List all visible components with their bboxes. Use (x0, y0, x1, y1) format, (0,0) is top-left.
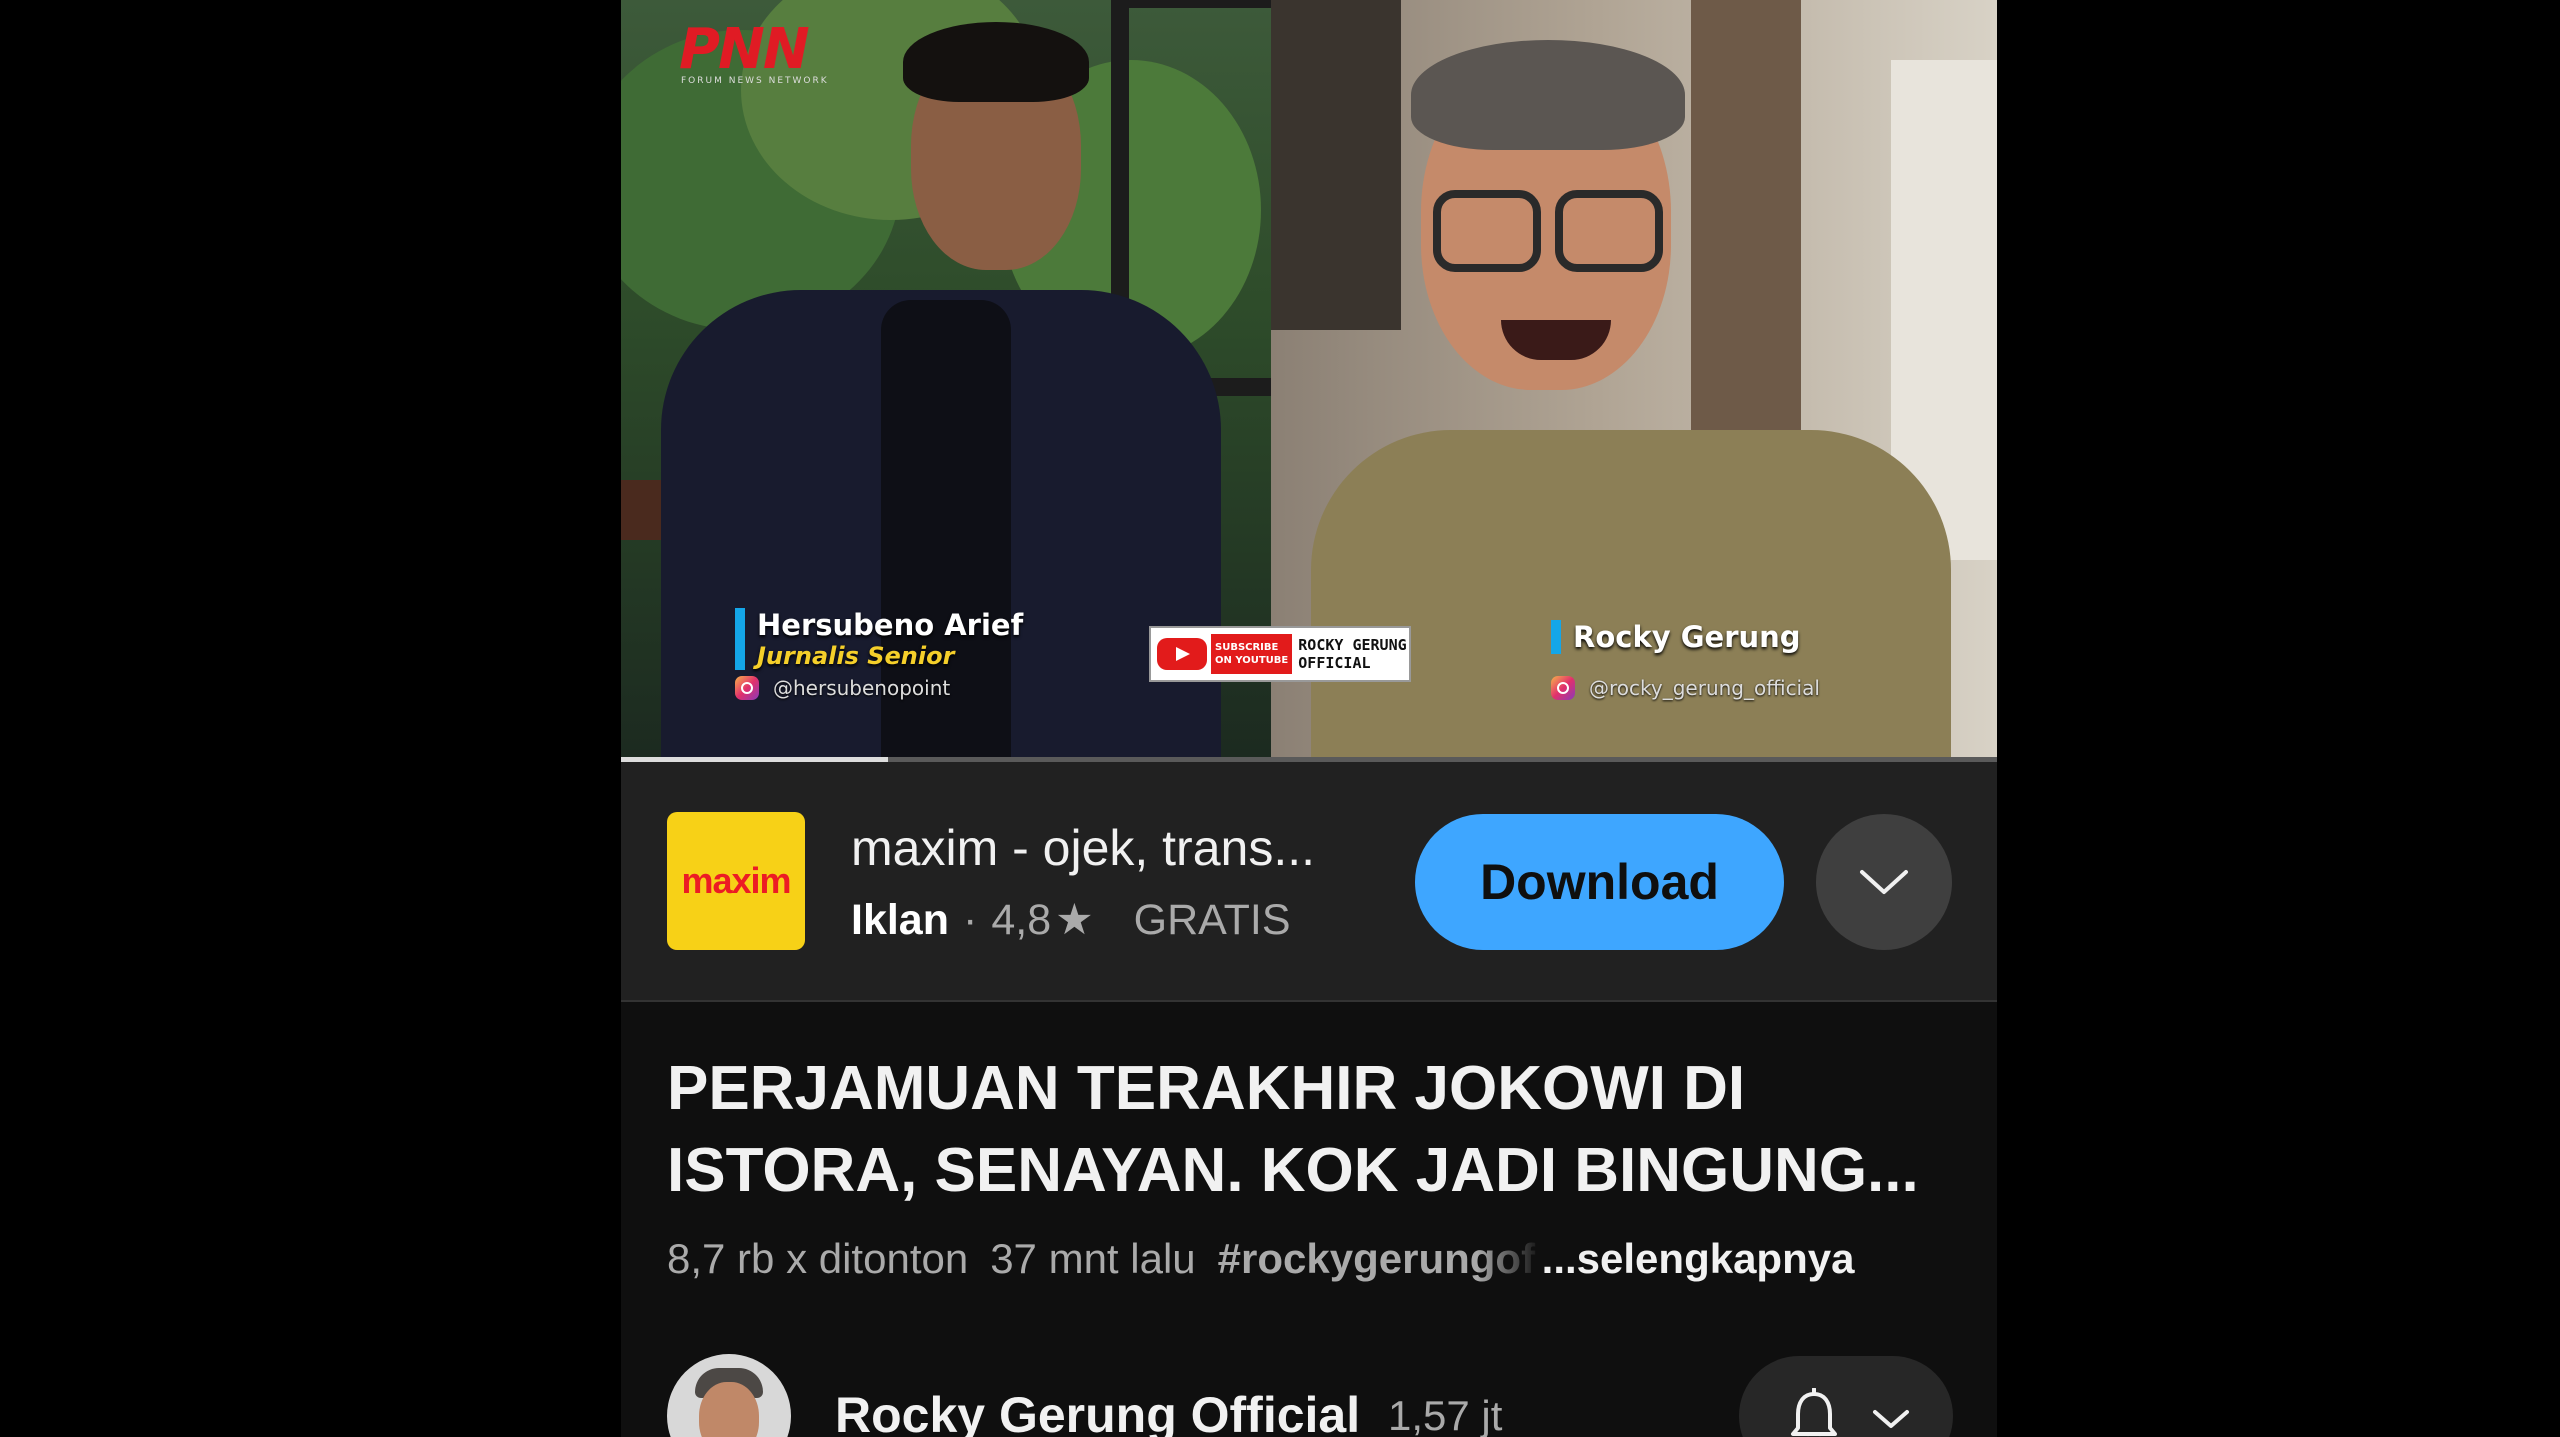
ad-label: Iklan (851, 895, 949, 944)
show-more-link[interactable]: ...selengkapnya (1542, 1235, 1855, 1283)
speaker-left-instagram: @hersubenopoint (735, 676, 950, 700)
speaker-left-instagram-handle: @hersubenopoint (773, 676, 951, 700)
speaker-left-hair (903, 22, 1089, 102)
speaker-right-instagram: @rocky_gerung_official (1551, 676, 1820, 700)
speaker-right-name: Rocky Gerung (1573, 620, 1801, 654)
speaker-right-glasses-right (1555, 190, 1663, 272)
bell-icon (1791, 1388, 1837, 1436)
view-count: 8,7 rb x ditonton (667, 1235, 969, 1282)
ad-logo-text: maxim (681, 860, 791, 901)
video-title[interactable]: PERJAMUAN TERAKHIR JOKOWI DI ISTORA, SEN… (667, 1048, 1967, 1212)
speaker-right-instagram-handle: @rocky_gerung_official (1589, 676, 1820, 700)
ad-app-logo[interactable]: maxim (667, 812, 805, 950)
channel-watermark-subtitle: FORUM NEWS NETWORK (681, 76, 829, 86)
chevron-down-icon (1873, 1410, 1909, 1428)
instagram-icon (735, 676, 759, 700)
hashtag-link[interactable]: #rockygerungof (1218, 1235, 1542, 1283)
speaker-right-shirt (1311, 430, 1951, 758)
instagram-icon (1551, 676, 1575, 700)
ad-price: GRATIS (1133, 895, 1291, 944)
subscribe-line2: ON YOUTUBE (1215, 655, 1289, 666)
speaker-right-glasses-left (1433, 190, 1541, 272)
video-player[interactable]: PNN FORUM NEWS NETWORK Hersubeno Arief J… (621, 0, 1997, 762)
speaker-left-nametag: Hersubeno Arief Jurnalis Senior (735, 608, 1023, 670)
subscriber-count: 1,57 jt (1388, 1392, 1503, 1437)
subscribe-channel-line1: ROCKY GERUNG (1298, 636, 1407, 654)
speaker-right-nametag: Rocky Gerung (1551, 620, 1801, 654)
ad-separator: · (963, 895, 978, 944)
speaker-left-role: Jurnalis Senior (757, 642, 955, 670)
section-divider (621, 1000, 1997, 1002)
speaker-left-name: Hersubeno Arief (757, 608, 1024, 642)
channel-avatar[interactable] (667, 1354, 791, 1437)
avatar-face (699, 1382, 759, 1437)
wall-art (1271, 0, 1401, 330)
ad-rating: 4,8 (991, 895, 1052, 944)
channel-watermark-logo: PNN (679, 17, 810, 82)
subscribe-channel-line2: OFFICIAL (1298, 654, 1371, 672)
ad-title[interactable]: maxim - ojek, trans... (851, 819, 1315, 877)
speaker-right-hair (1411, 40, 1685, 150)
subscribe-channel: ROCKY GERUNG OFFICIAL (1292, 636, 1406, 672)
chevron-down-icon (1860, 870, 1908, 894)
subscribe-badge-overlay: SUBSCRIBE ON YOUTUBE ROCKY GERUNG OFFICI… (1149, 626, 1411, 682)
subscribe-text: SUBSCRIBE ON YOUTUBE (1211, 634, 1293, 674)
download-button[interactable]: Download (1415, 814, 1784, 950)
furniture (621, 480, 661, 540)
star-icon: ★ (1055, 896, 1094, 944)
ad-banner[interactable]: maxim maxim - ojek, trans... Iklan · 4,8… (621, 762, 1997, 1000)
youtube-play-icon (1157, 638, 1207, 670)
youtube-watch-page: PNN FORUM NEWS NETWORK Hersubeno Arief J… (621, 0, 1997, 1437)
notification-bell-button[interactable] (1739, 1356, 1953, 1437)
ad-expand-button[interactable] (1816, 814, 1952, 950)
ad-meta: Iklan · 4,8 ★ GRATIS (851, 895, 1291, 945)
subscribe-line1: SUBSCRIBE (1215, 642, 1279, 653)
video-meta-row[interactable]: 8,7 rb x ditonton 37 mnt lalu #rockygeru… (667, 1235, 1854, 1283)
channel-name[interactable]: Rocky Gerung Official (835, 1386, 1360, 1437)
upload-time: 37 mnt lalu (990, 1235, 1196, 1282)
